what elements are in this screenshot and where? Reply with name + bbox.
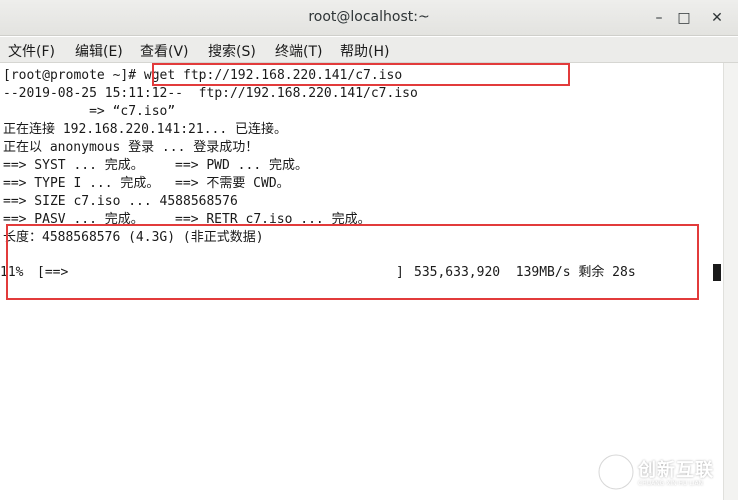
watermark-logo: 创新互联 CHUANG XIN HU LIAN [592,442,738,500]
watermark-subtext: CHUANG XIN HU LIAN [638,480,704,487]
output-line: ==> TYPE I ... 完成。 ==> 不需要 CWD。 [3,176,290,191]
menu-help[interactable]: 帮助(H) [340,41,389,61]
maximize-icon[interactable]: □ [674,8,694,28]
minimize-icon[interactable]: – [649,8,669,28]
command-highlight-box [152,63,570,86]
watermark-x-icon [597,453,635,491]
output-line: 正在连接 192.168.220.141:21... 已连接。 [3,122,288,137]
output-line: ==> SYST ... 完成。 ==> PWD ... 完成。 [3,158,308,173]
progress-highlight-box [6,224,699,300]
terminal-scrollbar[interactable] [723,63,738,500]
output-line: --2019-08-25 15:11:12-- ftp://192.168.22… [3,86,418,101]
title-bar: root@localhost:~ – □ ✕ [0,0,738,36]
menu-terminal[interactable]: 终端(T) [275,41,322,61]
output-line: 正在以 anonymous 登录 ... 登录成功！ [3,140,259,155]
menu-search[interactable]: 搜索(S) [208,41,256,61]
watermark-text: 创新互联 [638,460,714,481]
output-line: ==> SIZE c7.iso ... 4588568576 [3,194,238,209]
menu-view[interactable]: 查看(V) [140,41,189,61]
window-title: root@localhost:~ [308,9,430,25]
menu-bar: 文件(F) 编辑(E) 查看(V) 搜索(S) 终端(T) 帮助(H) [0,37,738,63]
output-line: => “c7.iso” [3,104,176,119]
shell-prompt: [root@promote ~]# [3,68,144,83]
close-icon[interactable]: ✕ [707,8,727,28]
text-cursor [713,264,721,281]
menu-file[interactable]: 文件(F) [8,41,55,61]
menu-edit[interactable]: 编辑(E) [75,41,123,61]
